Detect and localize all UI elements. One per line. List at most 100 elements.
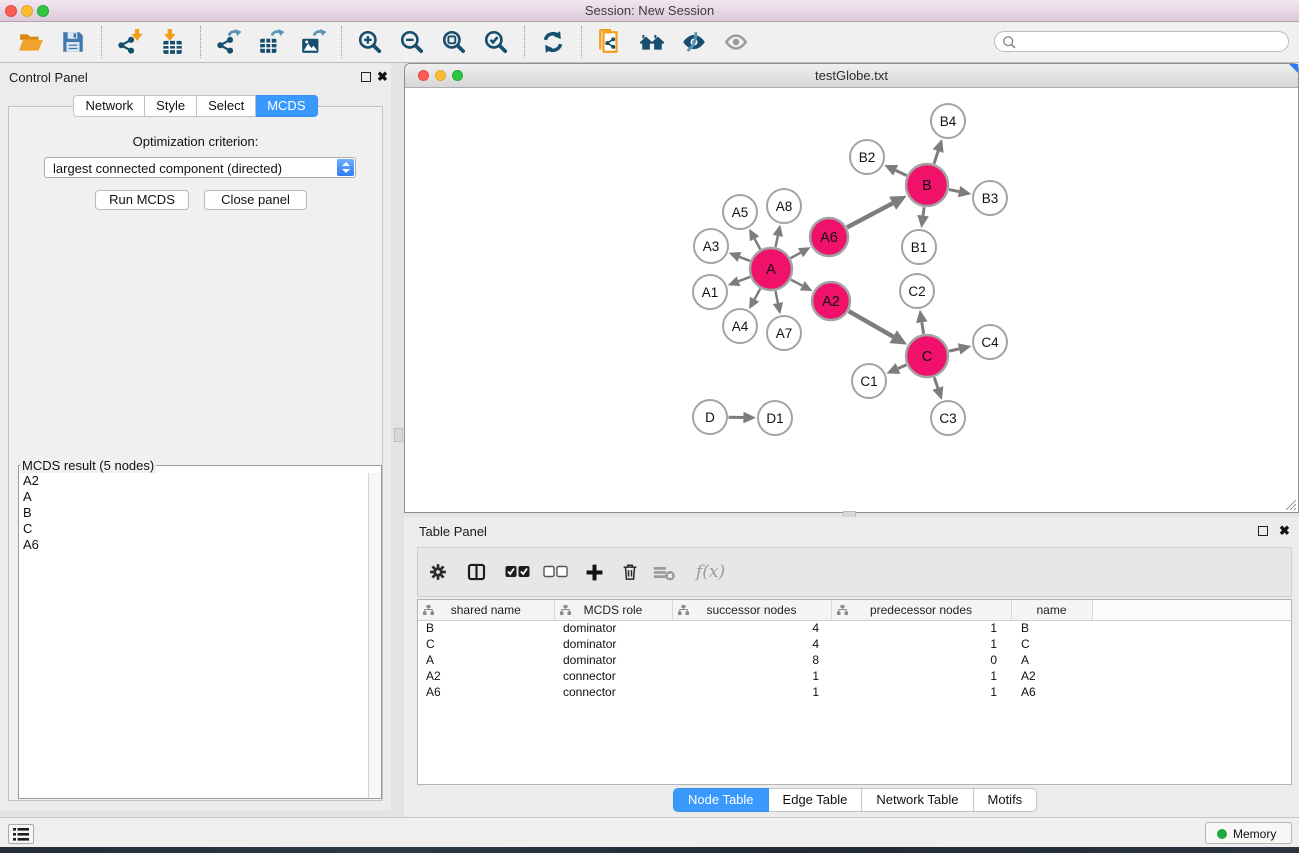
table-cell[interactable]: B xyxy=(418,620,554,636)
graph-edge[interactable] xyxy=(949,190,959,192)
graph-edge[interactable] xyxy=(849,311,893,336)
table-cell[interactable]: A2 xyxy=(1011,668,1092,684)
result-scrollbar[interactable] xyxy=(368,473,381,798)
table-cell[interactable]: 1 xyxy=(831,620,1011,636)
table-cell[interactable]: 1 xyxy=(831,684,1011,700)
tab-edge-table[interactable]: Edge Table xyxy=(769,788,863,812)
export-table-button[interactable] xyxy=(258,29,284,55)
graph-edge[interactable] xyxy=(949,349,959,351)
table-cell[interactable]: A2 xyxy=(418,668,554,684)
table-cell[interactable]: 1 xyxy=(672,684,831,700)
show-eye-button[interactable] xyxy=(723,29,749,55)
tab-motifs[interactable]: Motifs xyxy=(974,788,1038,812)
result-item[interactable]: B xyxy=(19,505,368,521)
tab-node-table[interactable]: Node Table xyxy=(673,788,769,812)
tab-style[interactable]: Style xyxy=(145,95,197,117)
zoom-in-button[interactable] xyxy=(357,29,383,55)
graph-edge[interactable] xyxy=(791,253,801,258)
criterion-select[interactable]: largest connected component (directed) xyxy=(44,157,356,178)
select-stepper-icon[interactable] xyxy=(337,159,354,176)
column-header-successor-nodes[interactable]: successor nodes xyxy=(672,600,831,620)
table-cell[interactable]: A xyxy=(418,652,554,668)
column-header-name[interactable]: name xyxy=(1011,600,1092,620)
graph-edge[interactable] xyxy=(739,257,750,261)
export-image-button[interactable] xyxy=(300,29,326,55)
memory-button[interactable]: Memory xyxy=(1205,822,1292,844)
table-cell[interactable]: connector xyxy=(554,668,672,684)
table-cell[interactable]: 1 xyxy=(831,636,1011,652)
refresh-layout-button[interactable] xyxy=(540,29,566,55)
table-row[interactable]: Cdominator41C xyxy=(418,636,1291,652)
graph-edge[interactable] xyxy=(755,289,761,299)
network-graph[interactable]: B4B2BB3A5A8A6A3B1AA1C2A2A4A7CC4C1C3DD1 xyxy=(405,88,1298,512)
create-column-button[interactable] xyxy=(585,559,604,585)
select-all-columns-button[interactable] xyxy=(505,559,530,585)
result-item[interactable]: A6 xyxy=(19,537,368,553)
graph-edge[interactable] xyxy=(739,277,750,281)
table-cell[interactable]: dominator xyxy=(554,652,672,668)
column-header-shared-name[interactable]: shared name xyxy=(418,600,554,620)
import-network-button[interactable] xyxy=(117,29,143,55)
table-settings-button[interactable] xyxy=(428,559,448,585)
function-builder-button[interactable]: f(x) xyxy=(696,562,725,582)
result-item[interactable]: C xyxy=(19,521,368,537)
table-cell[interactable]: 0 xyxy=(831,652,1011,668)
run-mcds-button[interactable]: Run MCDS xyxy=(95,190,189,210)
float-table-panel-icon[interactable] xyxy=(1258,526,1268,536)
table-cell[interactable]: C xyxy=(418,636,554,652)
tab-select[interactable]: Select xyxy=(197,95,256,117)
table-cell[interactable]: dominator xyxy=(554,620,672,636)
open-file-button[interactable] xyxy=(18,29,44,55)
graph-edge[interactable] xyxy=(923,207,924,215)
graph-edge[interactable] xyxy=(934,377,938,388)
graph-edge[interactable] xyxy=(922,322,924,334)
zoom-fit-button[interactable] xyxy=(441,29,467,55)
import-table-button[interactable] xyxy=(159,29,185,55)
show-all-networks-button[interactable] xyxy=(639,29,665,55)
export-network-button[interactable] xyxy=(216,29,242,55)
graph-edge[interactable] xyxy=(791,280,802,286)
table-cell[interactable]: connector xyxy=(554,684,672,700)
graph-edge[interactable] xyxy=(775,291,777,303)
column-header-MCDS-role[interactable]: MCDS role xyxy=(554,600,672,620)
resize-grip-icon[interactable] xyxy=(1284,498,1297,511)
column-header-predecessor-nodes[interactable]: predecessor nodes xyxy=(831,600,1011,620)
table-cell[interactable]: A6 xyxy=(418,684,554,700)
tab-network-table[interactable]: Network Table xyxy=(862,788,973,812)
float-panel-icon[interactable] xyxy=(361,72,371,82)
save-session-button[interactable] xyxy=(60,29,86,55)
table-cell[interactable]: B xyxy=(1011,620,1092,636)
table-cell[interactable]: A6 xyxy=(1011,684,1092,700)
zoom-selected-button[interactable] xyxy=(483,29,509,55)
zoom-out-button[interactable] xyxy=(399,29,425,55)
table-cell[interactable]: 4 xyxy=(672,636,831,652)
table-row[interactable]: A6connector11A6 xyxy=(418,684,1291,700)
hide-unselected-button[interactable] xyxy=(681,29,707,55)
table-row[interactable]: Adominator80A xyxy=(418,652,1291,668)
deselect-all-columns-button[interactable] xyxy=(543,559,568,585)
graph-edge[interactable] xyxy=(847,203,893,227)
graph-edge[interactable] xyxy=(898,365,906,369)
result-item[interactable]: A xyxy=(19,489,368,505)
graph-edge[interactable] xyxy=(896,170,907,175)
graph-edge[interactable] xyxy=(776,236,778,247)
delete-column-button[interactable] xyxy=(621,559,639,585)
delete-table-button[interactable] xyxy=(652,559,676,585)
table-cell[interactable]: 1 xyxy=(831,668,1011,684)
search-input[interactable] xyxy=(1021,33,1281,50)
table-cell[interactable]: A xyxy=(1011,652,1092,668)
task-history-button[interactable] xyxy=(8,824,34,844)
table-cell[interactable]: C xyxy=(1011,636,1092,652)
result-item[interactable]: A2 xyxy=(19,473,368,489)
close-panel-icon[interactable]: ✖ xyxy=(377,69,388,85)
graph-edge[interactable] xyxy=(755,239,761,249)
network-canvas[interactable]: B4B2BB3A5A8A6A3B1AA1C2A2A4A7CC4C1C3DD1 xyxy=(405,88,1298,512)
table-cell[interactable]: 8 xyxy=(672,652,831,668)
table-row[interactable]: Bdominator41B xyxy=(418,620,1291,636)
table-cell[interactable]: 4 xyxy=(672,620,831,636)
graph-edge[interactable] xyxy=(934,151,938,164)
tab-mcds[interactable]: MCDS xyxy=(256,95,317,117)
tab-network[interactable]: Network xyxy=(73,95,145,117)
table-row[interactable]: A2connector11A2 xyxy=(418,668,1291,684)
table-cell[interactable]: 1 xyxy=(672,668,831,684)
